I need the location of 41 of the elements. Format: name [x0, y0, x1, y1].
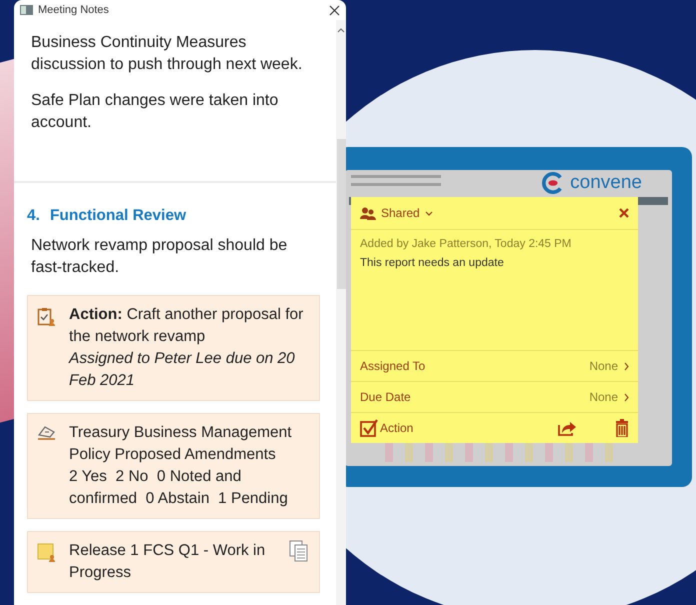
clipboard-check-icon — [37, 307, 57, 327]
note-paragraph: Safe Plan changes were taken into account. — [31, 91, 280, 133]
action-checkbox[interactable]: Action — [360, 418, 558, 438]
agenda-card[interactable]: Action: Craft another proposal for the network revamp Assigned to Peter Lee due on 20 Feb 2021 — [27, 295, 320, 401]
author-line: Added by Jake Patterson, Today 2:45 PM — [360, 238, 572, 250]
close-icon[interactable] — [619, 208, 629, 218]
scroll-up-icon[interactable] — [337, 28, 345, 33]
section-title: Functional Review — [50, 207, 186, 225]
field-value: None — [589, 359, 618, 373]
ballot-box-icon — [37, 425, 57, 441]
note-text: This report needs an update — [360, 257, 505, 269]
chevron-right-icon — [624, 362, 629, 370]
trash-icon[interactable] — [615, 419, 629, 437]
note-paragraph: Network revamp proposal should be fast-tracked. — [31, 236, 288, 278]
field-value: None — [589, 390, 618, 404]
window-title: Meeting Notes — [38, 4, 110, 16]
people-icon — [360, 206, 376, 220]
note-field-row[interactable]: Due Date None — [351, 382, 638, 413]
section-number: 4. — [27, 207, 40, 225]
vote-tallies: 2 Yes 2 No 0 Noted and confirmed 0 Abstain 1 Pending — [69, 467, 289, 509]
chevron-right-icon — [624, 392, 629, 402]
resolution-title: Treasury Business Management Policy Proposed Amendments — [69, 423, 293, 465]
documents-icon[interactable] — [289, 540, 309, 562]
agenda-card[interactable]: Treasury Business Management Policy Proposed Amendments 2 Yes 2 No 0 Noted and confirmed 0 Abstain 1 Pending — [27, 413, 320, 519]
share-icon[interactable] — [558, 420, 577, 436]
scrollbar-thumb[interactable] — [336, 139, 346, 289]
app-icon — [20, 5, 33, 15]
close-icon[interactable] — [329, 4, 340, 16]
scrollbar[interactable] — [336, 20, 346, 605]
field-label: Assigned To — [360, 359, 426, 373]
logo-text: convene — [570, 172, 642, 194]
agenda-card[interactable]: Release 1 FCS Q1 - Work in Progress — [27, 531, 320, 593]
sticky-note-icon — [37, 543, 57, 563]
assignment-text: Assigned to Peter Lee due on 20 Feb 2021 — [69, 349, 296, 391]
note-field-row[interactable]: Assigned To None — [351, 351, 638, 382]
field-label: Due Date — [360, 390, 412, 404]
note-title: Release 1 FCS Q1 - Work in Progress — [69, 541, 266, 583]
action-text: Action: Craft another proposal for the network revamp — [69, 305, 304, 347]
visibility-dropdown[interactable]: Shared — [360, 206, 433, 220]
chevron-down-icon — [424, 210, 433, 216]
note-paragraph: Business Continuity Measures discussion to push through next week. — [31, 33, 304, 75]
